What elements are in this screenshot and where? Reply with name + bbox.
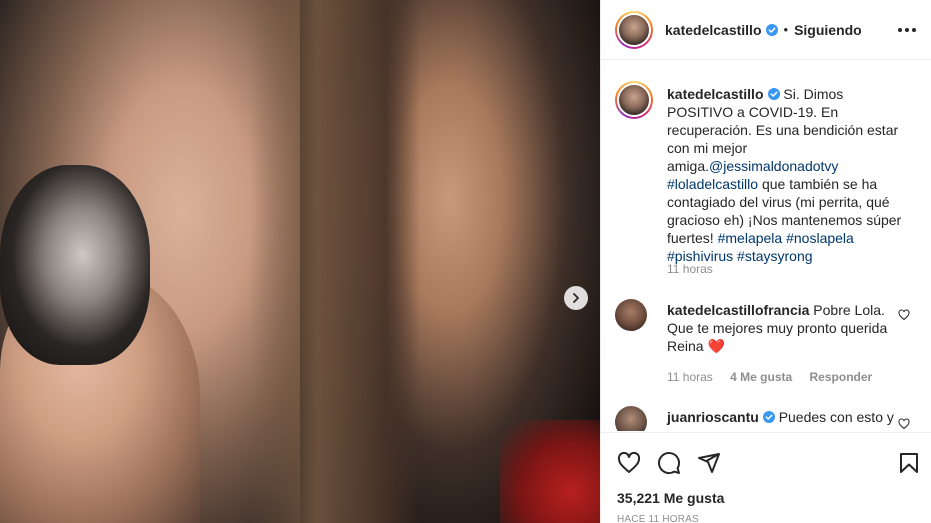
- comments-list[interactable]: katedelcastillo Si. Dimos POSITIVO a COV…: [601, 61, 931, 431]
- heart-icon[interactable]: [617, 451, 641, 475]
- hashtag-link[interactable]: #staysyrong: [737, 248, 812, 264]
- comment-body: Puedes con esto y: [778, 409, 894, 425]
- chevron-right-icon: [573, 293, 579, 303]
- hashtag-link[interactable]: #noslapela: [786, 230, 854, 246]
- comment-icon[interactable]: [657, 451, 681, 475]
- more-options-icon[interactable]: [898, 22, 916, 38]
- caption-meta: 11 horas: [667, 262, 727, 276]
- following-button[interactable]: Siguiendo: [794, 22, 862, 38]
- comment-author[interactable]: juanrioscantu: [667, 409, 759, 425]
- post-timestamp: HACE 11 HORAS: [617, 514, 699, 523]
- heart-icon[interactable]: [898, 309, 910, 321]
- share-icon[interactable]: [697, 451, 721, 475]
- photo-hair: [250, 0, 420, 523]
- post-side-panel: katedelcastillo • Siguiendo katedelcasti…: [600, 0, 931, 523]
- hashtag-link[interactable]: #melapela: [718, 230, 783, 246]
- verified-badge-icon: [767, 88, 780, 100]
- comment-author[interactable]: katedelcastillofrancia: [667, 302, 809, 318]
- caption-avatar[interactable]: [615, 81, 653, 119]
- caption-time: 11 horas: [667, 262, 713, 276]
- separator-dot: •: [783, 22, 789, 37]
- comment-time: 11 horas: [667, 370, 713, 384]
- author-username[interactable]: katedelcastillo: [665, 22, 762, 38]
- heart-icon[interactable]: [898, 418, 910, 430]
- author-avatar[interactable]: [615, 10, 653, 49]
- mention-link[interactable]: @jessimaldonadotvy: [709, 158, 838, 174]
- comment-text: juanrioscantu Puedes con esto y: [667, 408, 907, 426]
- comment-likes[interactable]: 4 Me gusta: [730, 370, 792, 384]
- caption-author[interactable]: katedelcastillo: [667, 86, 764, 102]
- comment-meta: 11 horas 4 Me gusta Responder: [667, 370, 886, 384]
- bookmark-icon[interactable]: [897, 451, 921, 475]
- hashtag-link[interactable]: #loladelcastillo: [667, 176, 758, 192]
- post-header: katedelcastillo • Siguiendo: [601, 0, 931, 60]
- verified-badge-icon: [765, 23, 778, 36]
- likes-count[interactable]: 35,221 Me gusta: [617, 490, 724, 506]
- caption-text: katedelcastillo Si. Dimos POSITIVO a COV…: [667, 85, 907, 265]
- carousel-next-button[interactable]: [564, 286, 588, 310]
- reply-button[interactable]: Responder: [810, 370, 873, 384]
- post-photo[interactable]: [0, 0, 600, 523]
- commenter-avatar[interactable]: [615, 406, 647, 431]
- commenter-avatar[interactable]: [615, 299, 647, 331]
- photo-dog: [0, 165, 150, 365]
- verified-badge-icon: [762, 411, 775, 423]
- post-actions-bar: [601, 432, 931, 490]
- photo-red-top: [500, 420, 600, 523]
- comment-text: katedelcastillofrancia Pobre Lola. Que t…: [667, 301, 907, 355]
- heart-emoji: ❤️: [707, 338, 725, 354]
